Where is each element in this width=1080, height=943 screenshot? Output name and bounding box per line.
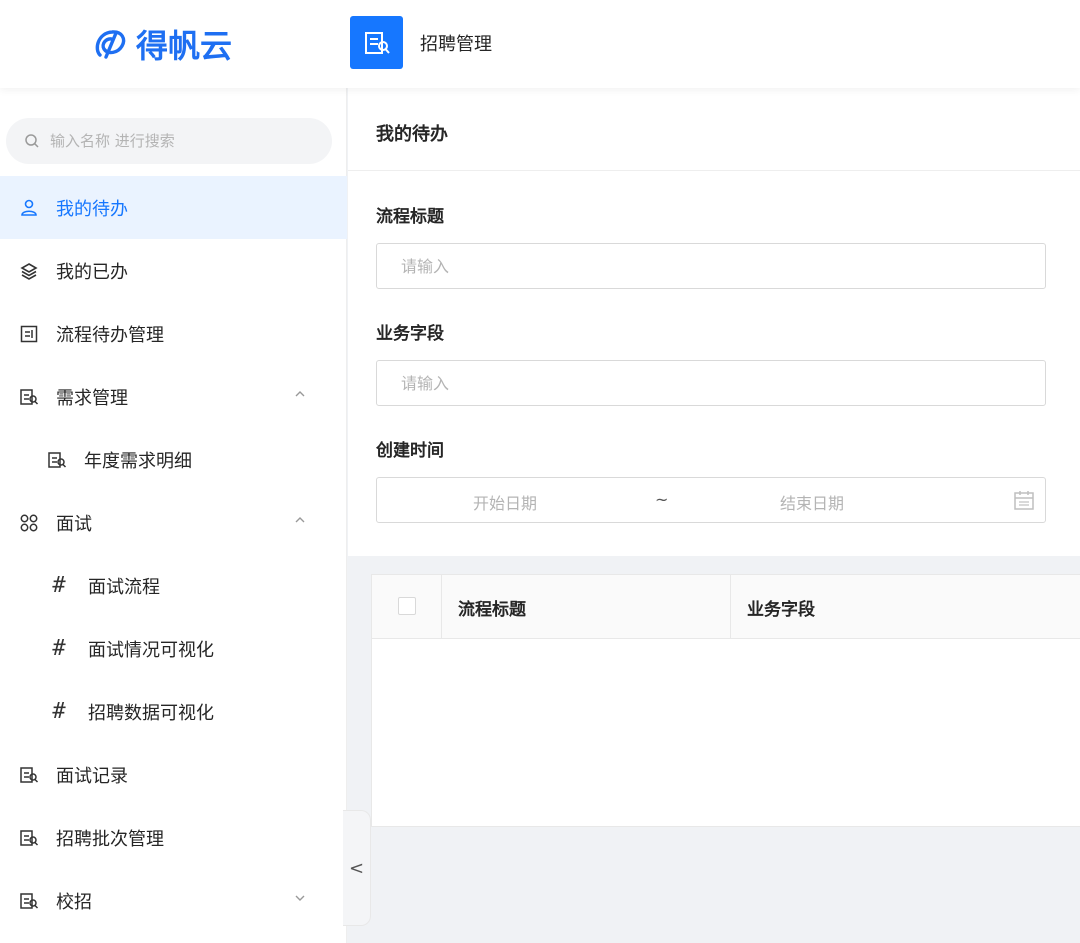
- sidebar-menu: 我的待办 我的已办 流程待办管理 需求管理 年度需求明细 面试 # 面试流程 #…: [0, 176, 347, 932]
- sidebar-item-interview[interactable]: 面试: [0, 491, 347, 554]
- user-icon: [18, 197, 40, 219]
- form-icon: [18, 890, 40, 912]
- sidebar-item-recruit-batch[interactable]: 招聘批次管理: [0, 806, 347, 869]
- sidebar-item-interview-visualization[interactable]: # 面试情况可视化: [0, 617, 347, 680]
- layers-icon: [18, 260, 40, 282]
- sidebar-item-process-todo[interactable]: 流程待办管理: [0, 302, 347, 365]
- logo-text: 得帆云: [136, 27, 233, 65]
- form-icon: [364, 31, 390, 54]
- business-field-label: 业务字段: [376, 324, 444, 344]
- sidebar-item-my-todo[interactable]: 我的待办: [0, 176, 347, 239]
- form-icon: [18, 386, 40, 408]
- sidebar-item-label: 年度需求明细: [84, 450, 192, 472]
- column-header-process-title[interactable]: 流程标题: [458, 595, 526, 620]
- business-field-input[interactable]: [376, 360, 1046, 406]
- sidebar-item-my-done[interactable]: 我的已办: [0, 239, 347, 302]
- hash-icon: #: [52, 573, 66, 598]
- form-icon: [18, 827, 40, 849]
- grid-icon: [18, 512, 40, 534]
- sidebar-item-label: 面试: [56, 513, 92, 535]
- sidebar-item-annual-demand[interactable]: 年度需求明细: [0, 428, 347, 491]
- chevron-left-icon: <: [348, 857, 365, 879]
- hash-icon: #: [52, 699, 66, 724]
- search-input[interactable]: [50, 132, 310, 150]
- search-icon: [25, 134, 39, 148]
- sidebar-item-campus-recruit[interactable]: 校招: [0, 869, 347, 932]
- sidebar-item-label: 我的待办: [56, 198, 128, 220]
- sidebar-item-label: 招聘数据可视化: [88, 702, 214, 724]
- logo-icon: [95, 30, 126, 59]
- sidebar-item-interview-records[interactable]: 面试记录: [0, 743, 347, 806]
- column-header-business-field[interactable]: 业务字段: [747, 595, 815, 620]
- start-date-field[interactable]: 开始日期: [473, 490, 537, 514]
- form-icon: [18, 323, 40, 345]
- sidebar-item-label: 流程待办管理: [56, 324, 164, 346]
- form-icon: [18, 764, 40, 786]
- range-separator: ~: [655, 490, 669, 509]
- logo[interactable]: 得帆云: [92, 22, 232, 66]
- sidebar-item-label: 校招: [56, 891, 92, 913]
- filter-panel: 我的待办 流程标题 业务字段 创建时间 开始日期 ~ 结束日期: [348, 88, 1080, 556]
- hash-icon: #: [52, 636, 66, 661]
- chevron-up-icon[interactable]: [293, 513, 307, 527]
- table-panel: 流程标题 业务字段: [348, 556, 1080, 943]
- top-header: 得帆云 招聘管理: [0, 0, 1080, 88]
- sidebar-item-recruit-data-visualization[interactable]: # 招聘数据可视化: [0, 680, 347, 743]
- date-range-picker[interactable]: 开始日期 ~ 结束日期: [376, 477, 1046, 523]
- calendar-icon[interactable]: [1013, 489, 1035, 511]
- sidebar-item-label: 面试情况可视化: [88, 639, 214, 661]
- process-title-input[interactable]: [376, 243, 1046, 289]
- select-all-checkbox[interactable]: [398, 597, 416, 615]
- divider: [348, 170, 1080, 171]
- page-title: 我的待办: [376, 124, 448, 145]
- process-title-label: 流程标题: [376, 207, 444, 227]
- sidebar-search[interactable]: [6, 118, 332, 164]
- sidebar-item-demand[interactable]: 需求管理: [0, 365, 347, 428]
- column-divider: [730, 575, 731, 639]
- sidebar: 我的待办 我的已办 流程待办管理 需求管理 年度需求明细: [0, 88, 347, 943]
- todo-table: 流程标题 业务字段: [371, 574, 1080, 827]
- sidebar-item-label: 面试流程: [88, 576, 160, 598]
- sidebar-item-label: 招聘批次管理: [56, 828, 164, 850]
- column-divider: [441, 575, 442, 639]
- app-badge[interactable]: [350, 16, 403, 69]
- sidebar-collapse-button[interactable]: <: [343, 810, 371, 926]
- end-date-field[interactable]: 结束日期: [780, 490, 844, 514]
- form-icon: [46, 449, 68, 471]
- sidebar-item-interview-process[interactable]: # 面试流程: [0, 554, 347, 617]
- created-time-label: 创建时间: [376, 441, 444, 461]
- chevron-down-icon[interactable]: [293, 891, 307, 905]
- sidebar-item-label: 需求管理: [56, 387, 128, 409]
- chevron-up-icon[interactable]: [293, 387, 307, 401]
- sidebar-item-label: 我的已办: [56, 261, 128, 283]
- sidebar-item-label: 面试记录: [56, 765, 128, 787]
- table-header: 流程标题 业务字段: [372, 575, 1080, 639]
- app-title: 招聘管理: [420, 34, 492, 55]
